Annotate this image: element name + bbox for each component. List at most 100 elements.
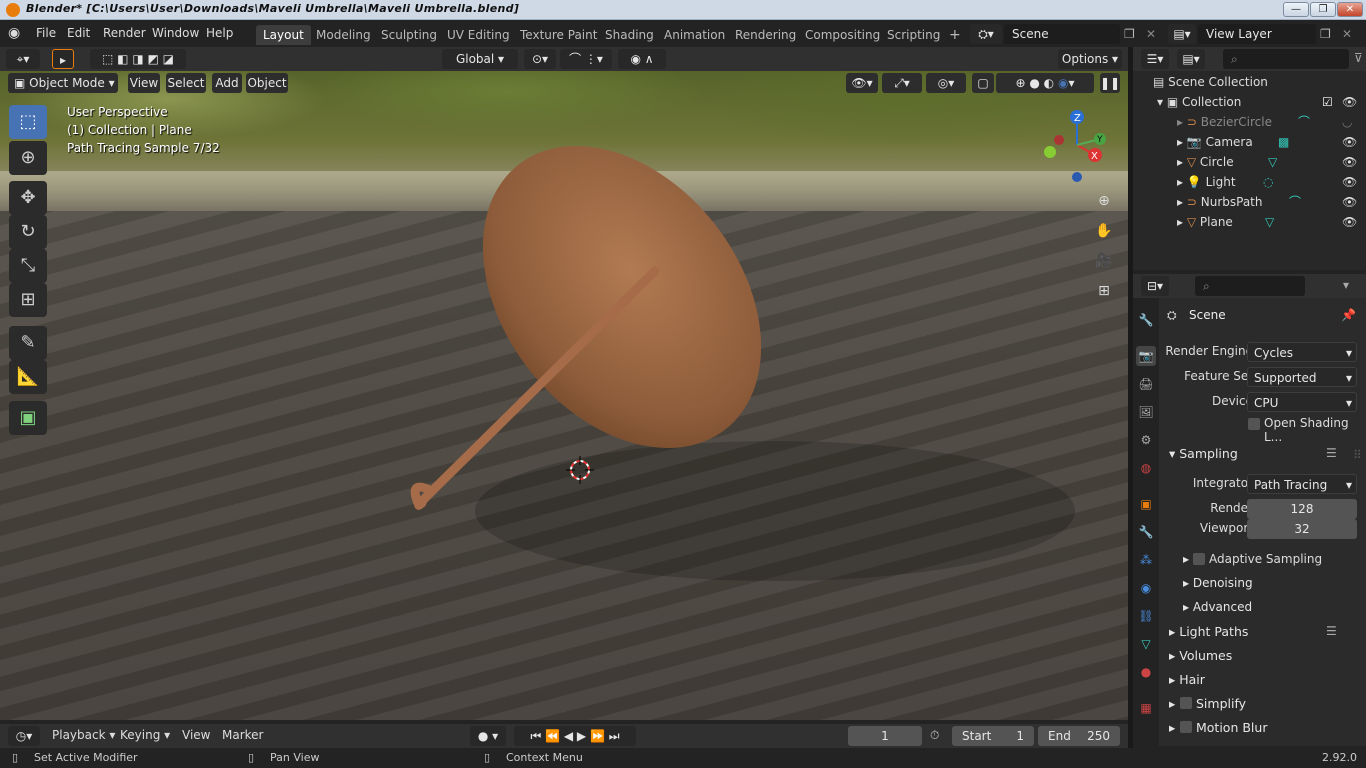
menu-render[interactable]: Render	[103, 26, 146, 40]
editor-type-icon[interactable]: ⌖▾	[6, 49, 40, 69]
open-shading-checkbox[interactable]	[1248, 418, 1260, 430]
eye-icon[interactable]: 👁	[1342, 152, 1357, 172]
scene-collection-row[interactable]: ▤ Scene Collection	[1133, 72, 1366, 92]
zoom-icon[interactable]: ⊕	[1094, 193, 1114, 213]
outliner-editor-icon[interactable]: ☰▾	[1141, 49, 1169, 69]
sampling-section-header[interactable]: ▾ Sampling	[1169, 446, 1238, 461]
snap-icon[interactable]: ⌒ ⋮▾	[560, 49, 612, 69]
view-layer-tab-icon[interactable]: 🖼	[1136, 402, 1156, 422]
cursor-tool-icon[interactable]: ⊕	[9, 141, 47, 175]
outliner-item[interactable]: ▸ ⊃ BezierCircle ⌒ ◡	[1133, 112, 1366, 132]
minimize-button[interactable]: —	[1283, 2, 1309, 17]
properties-options-icon[interactable]: ▾	[1343, 278, 1349, 292]
scene-name-field[interactable]: Scene	[1004, 24, 1120, 44]
view-layer-field[interactable]: View Layer	[1198, 24, 1316, 44]
properties-editor-icon[interactable]: ⊟▾	[1141, 276, 1169, 296]
render-samples-field[interactable]: 128	[1247, 499, 1357, 519]
menu-add[interactable]: Add	[212, 73, 242, 93]
select-tool-icon[interactable]: ▸	[52, 49, 74, 69]
motion-blur-header[interactable]: ▸	[1169, 720, 1175, 735]
ortho-grid-icon[interactable]: ⊞	[1094, 283, 1114, 303]
menu-object[interactable]: Object	[246, 73, 288, 93]
particles-tab-icon[interactable]: ⁂	[1136, 550, 1156, 570]
motion-blur-checkbox[interactable]	[1180, 721, 1192, 733]
outliner-item[interactable]: ▸ ▽ Circle ▽ 👁	[1133, 152, 1366, 172]
shading-mode-icons[interactable]: ⊕ ● ◐ ◉▾	[996, 73, 1094, 93]
eye-icon[interactable]: 👁	[1342, 132, 1357, 152]
select-box-tool-icon[interactable]: ⬚	[9, 105, 47, 139]
outliner-item[interactable]: ▸ 💡 Light ◌ 👁	[1133, 172, 1366, 192]
menu-help[interactable]: Help	[206, 26, 233, 40]
marker-menu[interactable]: Marker	[222, 728, 263, 742]
options-dropdown[interactable]: Options ▾	[1058, 49, 1122, 69]
feature-set-dropdown[interactable]: Supported ▾	[1247, 367, 1357, 387]
remove-scene-icon[interactable]: ✕	[1146, 27, 1156, 41]
mode-dropdown[interactable]: ▣ Object Mode ▾	[8, 73, 118, 93]
current-frame-field[interactable]: 1	[848, 726, 922, 746]
render-engine-dropdown[interactable]: Cycles ▾	[1247, 342, 1357, 362]
eye-icon[interactable]: 👁	[1342, 172, 1357, 192]
playback-controls-icons[interactable]: ⏮ ⏪ ◀ ▶ ⏩ ⏭	[514, 726, 636, 746]
object-tab-icon[interactable]: ▣	[1136, 494, 1156, 514]
viewport-samples-field[interactable]: 32	[1247, 519, 1357, 539]
tab-sculpting[interactable]: Sculpting	[374, 25, 444, 45]
annotate-tool-icon[interactable]: ✎	[9, 326, 47, 360]
remove-view-layer-icon[interactable]: ✕	[1342, 27, 1352, 41]
collection-row[interactable]: ▾ ▣ Collection ☑ 👁	[1133, 92, 1366, 112]
preview-range-icon[interactable]: ⏱	[930, 728, 939, 743]
outliner-item[interactable]: ▸ 📷 Camera ▩ 👁	[1133, 132, 1366, 152]
blender-menu-icon[interactable]: ◉	[8, 25, 28, 43]
tab-uv-editing[interactable]: UV Editing	[440, 25, 517, 45]
xray-icon[interactable]: ▢	[972, 73, 994, 93]
denoising-header[interactable]: ▸ Denoising	[1183, 576, 1253, 590]
eye-icon[interactable]: 👁	[1342, 212, 1357, 232]
display-mode-icon[interactable]: ▤▾	[1177, 49, 1205, 69]
navigation-gizmo[interactable]: Z X Y	[1040, 107, 1120, 187]
physics-tab-icon[interactable]: ◉	[1136, 578, 1156, 598]
camera-view-icon[interactable]: 🎥	[1094, 253, 1114, 273]
tab-layout[interactable]: Layout	[256, 25, 311, 45]
tab-shading[interactable]: Shading	[598, 25, 661, 45]
add-workspace-button[interactable]: +	[942, 25, 968, 45]
advanced-header[interactable]: ▸ Advanced	[1183, 600, 1252, 614]
menu-select[interactable]: Select	[166, 73, 206, 93]
scene-browse-icon[interactable]: ⛭▾	[970, 24, 1002, 44]
select-mode-icons[interactable]: ⬚ ◧ ◨ ◩ ◪	[90, 49, 186, 69]
scale-tool-icon[interactable]: ⤡	[9, 249, 47, 283]
copy-view-layer-icon[interactable]: ❐	[1320, 27, 1331, 41]
collection-eye-icon[interactable]: 👁	[1342, 92, 1357, 112]
maximize-button[interactable]: ❐	[1310, 2, 1336, 17]
timeline-view-menu[interactable]: View	[182, 728, 210, 742]
volumes-header[interactable]: ▸ Volumes	[1169, 648, 1232, 663]
gizmo-toggle-icon[interactable]: ⤢▾	[882, 73, 922, 93]
simplify-checkbox[interactable]	[1180, 697, 1192, 709]
copy-scene-icon[interactable]: ❐	[1124, 27, 1135, 41]
playback-menu[interactable]: Playback ▾	[52, 728, 115, 742]
light-paths-presets-icon[interactable]: ☰	[1326, 624, 1337, 638]
pivot-icon[interactable]: ⊙▾	[524, 49, 556, 69]
render-tab-icon[interactable]: 📷	[1136, 346, 1156, 366]
drag-handle-icon[interactable]: ⠿	[1353, 448, 1362, 462]
move-tool-icon[interactable]: ✥	[9, 181, 47, 215]
visibility-icon[interactable]: 👁▾	[846, 73, 878, 93]
rotate-tool-icon[interactable]: ↻	[9, 215, 47, 249]
data-tab-icon[interactable]: ▽	[1136, 634, 1156, 654]
pin-icon[interactable]: 📌	[1341, 308, 1356, 322]
scene-tab-icon[interactable]: ⚙	[1136, 430, 1156, 450]
collection-checkbox-icon[interactable]: ☑	[1322, 92, 1333, 112]
transform-orientation-dropdown[interactable]: Global ▾	[442, 49, 518, 69]
start-frame-field[interactable]: Start 1	[952, 726, 1034, 746]
world-tab-icon[interactable]: ◍	[1136, 458, 1156, 478]
texture-tab-icon[interactable]: ▦	[1136, 698, 1156, 718]
tool-tab-icon[interactable]: 🔧	[1136, 310, 1156, 330]
outliner-item[interactable]: ▸ ▽ Plane ▽ 👁	[1133, 212, 1366, 232]
constraints-tab-icon[interactable]: ⛓	[1136, 606, 1156, 626]
3d-viewport[interactable]: ▣ Object Mode ▾ View Select Add Object 👁…	[0, 71, 1128, 720]
eye-icon[interactable]: 👁	[1342, 192, 1357, 212]
menu-view[interactable]: View	[128, 73, 160, 93]
transform-tool-icon[interactable]: ⊞	[9, 283, 47, 317]
keying-menu[interactable]: Keying ▾	[120, 728, 170, 742]
view-layer-browse-icon[interactable]: ▤▾	[1168, 24, 1196, 44]
adaptive-sampling-checkbox[interactable]	[1193, 553, 1205, 565]
filter-icon[interactable]: ⊽	[1354, 51, 1363, 65]
